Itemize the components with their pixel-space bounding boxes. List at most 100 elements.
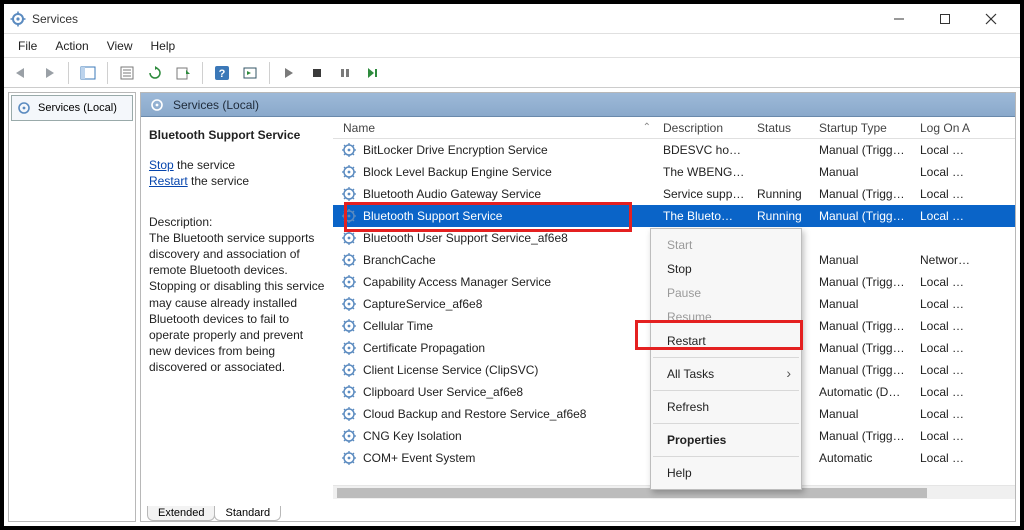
description-panel: Bluetooth Support Service Stop the servi… — [141, 117, 333, 499]
service-name: Client License Service (ClipSVC) — [363, 363, 538, 377]
service-startup: Manual — [813, 251, 914, 269]
service-logon: Local Sys… — [914, 163, 978, 181]
service-logon: Local Ser… — [914, 317, 978, 335]
ctx-stop[interactable]: Stop — [651, 257, 801, 281]
tab-extended[interactable]: Extended — [147, 506, 215, 521]
help-button[interactable]: ? — [211, 62, 233, 84]
gear-icon — [341, 406, 357, 422]
service-name: Block Level Backup Engine Service — [363, 165, 552, 179]
gear-icon — [341, 318, 357, 334]
service-name: Cloud Backup and Restore Service_af6e8 — [363, 407, 586, 421]
menu-action[interactable]: Action — [47, 37, 96, 55]
service-desc: The Blueto… — [657, 207, 751, 225]
menu-view[interactable]: View — [99, 37, 141, 55]
restart-suffix: the service — [188, 174, 249, 188]
service-startup: Manual (Trigg… — [813, 339, 914, 357]
gear-icon — [341, 384, 357, 400]
service-startup: Manual (Trigg… — [813, 273, 914, 291]
show-hide-tree-button[interactable] — [77, 62, 99, 84]
gear-icon — [341, 428, 357, 444]
description-label: Description: — [149, 214, 325, 230]
service-name: Bluetooth Audio Gateway Service — [363, 187, 541, 201]
ctx-help[interactable]: Help — [651, 461, 801, 485]
service-logon: Local Sys… — [914, 427, 978, 445]
tab-standard[interactable]: Standard — [214, 506, 281, 521]
service-startup: Manual (Trigg… — [813, 185, 914, 203]
service-row[interactable]: Block Level Backup Engine Service The WBE… — [333, 161, 1015, 183]
service-status — [751, 148, 813, 152]
refresh-button[interactable] — [144, 62, 166, 84]
pause-service-button[interactable] — [334, 62, 356, 84]
service-row[interactable]: Bluetooth Audio Gateway ServiceService s… — [333, 183, 1015, 205]
service-startup: Manual — [813, 295, 914, 313]
restart-service-link[interactable]: Restart — [149, 174, 188, 188]
app-icon — [10, 11, 26, 27]
gear-icon — [341, 142, 357, 158]
service-name: BranchCache — [363, 253, 436, 267]
service-row[interactable]: Bluetooth Support ServiceThe Blueto…Runn… — [333, 205, 1015, 227]
service-logon: Local Sys… — [914, 273, 978, 291]
export-button[interactable] — [172, 62, 194, 84]
column-startup[interactable]: Startup Type — [813, 119, 914, 137]
minimize-button[interactable] — [876, 5, 922, 33]
menu-help[interactable]: Help — [143, 37, 184, 55]
service-logon: Local Sys… — [914, 295, 978, 313]
service-startup: Manual (Trigg… — [813, 317, 914, 335]
column-description[interactable]: Description — [657, 119, 751, 137]
main-pane: Services (Local) Bluetooth Support Servi… — [140, 92, 1016, 522]
gear-icon — [341, 296, 357, 312]
service-logon: Local Ser… — [914, 207, 978, 225]
service-logon: Local Ser… — [914, 185, 978, 203]
service-startup: Manual (Trigg… — [813, 207, 914, 225]
start-service-button[interactable] — [278, 62, 300, 84]
tab-bar: Extended Standard — [141, 499, 1015, 521]
close-button[interactable] — [968, 5, 1014, 33]
ctx-start: Start — [651, 233, 801, 257]
service-logon: Local Sys… — [914, 141, 978, 159]
properties-button[interactable] — [116, 62, 138, 84]
gear-icon — [149, 97, 165, 113]
tree-services-local[interactable]: Services (Local) — [11, 95, 133, 121]
forward-button[interactable] — [38, 62, 60, 84]
svg-text:?: ? — [219, 68, 226, 80]
pane-header: Services (Local) — [141, 93, 1015, 117]
gear-icon — [341, 164, 357, 180]
menu-file[interactable]: File — [10, 37, 45, 55]
gear-icon — [341, 230, 357, 246]
maximize-button[interactable] — [922, 5, 968, 33]
restart-service-button[interactable] — [362, 62, 384, 84]
tree-item-label: Services (Local) — [38, 102, 117, 114]
service-startup: Manual (Trigg… — [813, 141, 914, 159]
window-title: Services — [32, 12, 78, 26]
stop-service-link[interactable]: Stop — [149, 158, 174, 172]
action-button[interactable] — [239, 62, 261, 84]
service-name: Certificate Propagation — [363, 341, 485, 355]
column-name[interactable]: Name⌃ — [333, 119, 657, 137]
service-name: Clipboard User Service_af6e8 — [363, 385, 523, 399]
back-button[interactable] — [10, 62, 32, 84]
service-status: Running — [751, 185, 813, 203]
column-logon[interactable]: Log On A — [914, 119, 978, 137]
service-startup: Manual — [813, 163, 914, 181]
ctx-restart[interactable]: Restart — [651, 329, 801, 353]
ctx-properties[interactable]: Properties — [651, 428, 801, 452]
service-logon: Local Sys… — [914, 339, 978, 357]
gear-icon — [341, 450, 357, 466]
list-header: Name⌃ Description Status Startup Type Lo… — [333, 117, 1015, 139]
ctx-refresh[interactable]: Refresh — [651, 395, 801, 419]
gear-icon — [341, 208, 357, 224]
column-status[interactable]: Status — [751, 119, 813, 137]
service-name: CaptureService_af6e8 — [363, 297, 482, 311]
service-logon: Local Sys… — [914, 383, 978, 401]
service-desc: BDESVC hos… — [657, 141, 751, 159]
ctx-all-tasks[interactable]: All Tasks — [651, 362, 801, 386]
context-menu: Start Stop Pause Resume Restart All Task… — [650, 228, 802, 490]
service-row[interactable]: BitLocker Drive Encryption Service BDESVC… — [333, 139, 1015, 161]
stop-service-button[interactable] — [306, 62, 328, 84]
gear-icon — [341, 252, 357, 268]
menu-bar: File Action View Help — [4, 34, 1020, 58]
service-name: BitLocker Drive Encryption Service — [363, 143, 548, 157]
service-startup — [813, 236, 914, 240]
service-desc: The WBENG… — [657, 163, 751, 181]
service-startup: Automatic (D… — [813, 383, 914, 401]
